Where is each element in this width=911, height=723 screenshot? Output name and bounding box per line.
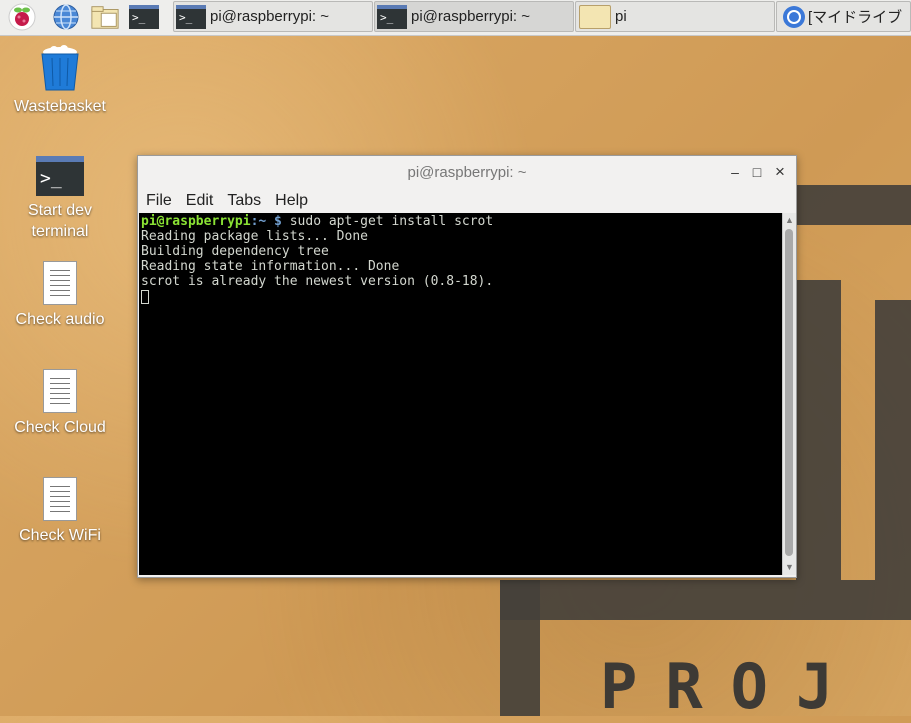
wallpaper-logo-bar: [500, 580, 911, 620]
close-button[interactable]: ×: [770, 162, 790, 182]
terminal-window: pi@raspberrypi: ~ – □ × File Edit Tabs H…: [137, 155, 797, 578]
taskbar-window-browser[interactable]: [マイドライブ: [776, 1, 911, 32]
web-browser-icon[interactable]: [51, 2, 81, 32]
file-manager-icon[interactable]: [90, 2, 120, 32]
desktop-icon-wastebasket[interactable]: Wastebasket: [0, 44, 120, 116]
menu-help[interactable]: Help: [275, 192, 308, 210]
desktop-icon-label: Start dev: [27, 202, 93, 219]
window-titlebar[interactable]: pi@raspberrypi: ~ – □ ×: [138, 156, 796, 188]
prompt-user: pi@raspberrypi: [141, 214, 251, 229]
scrollbar-thumb[interactable]: [785, 229, 793, 556]
document-icon: [43, 477, 77, 521]
taskbar-window-label: pi@raspberrypi: ~: [411, 8, 531, 25]
desktop-icon-label: Wastebasket: [14, 98, 106, 115]
desktop-icon-check-audio[interactable]: Check audio: [0, 261, 120, 329]
taskbar-window-file-manager[interactable]: pi: [575, 1, 775, 32]
menu-tabs[interactable]: Tabs: [227, 192, 261, 210]
raspberry-menu-icon[interactable]: [7, 2, 37, 32]
terminal-output-line: scrot is already the newest version (0.8…: [141, 274, 494, 289]
desktop-icon-label: Check audio: [15, 311, 105, 328]
scroll-down-icon[interactable]: ▼: [784, 562, 795, 573]
taskbar-window-terminal-2[interactable]: >_ pi@raspberrypi: ~: [374, 1, 574, 32]
terminal-prompt-line: pi@raspberrypi:~ $ sudo apt-get install …: [141, 214, 780, 229]
wallpaper-logo-bar: [875, 300, 911, 580]
terminal-icon: >_: [377, 4, 407, 29]
scroll-up-icon[interactable]: ▲: [784, 215, 795, 226]
terminal-output[interactable]: pi@raspberrypi:~ $ sudo apt-get install …: [139, 213, 782, 575]
menu-file[interactable]: File: [146, 192, 172, 210]
terminal-icon[interactable]: >_: [129, 2, 159, 32]
wallpaper-text: PROJ: [600, 650, 862, 723]
chromium-icon: [783, 5, 805, 28]
document-icon: [43, 261, 77, 305]
folder-icon: [579, 4, 611, 29]
menu-bar: File Edit Tabs Help: [138, 188, 796, 213]
terminal-command: sudo apt-get install scrot: [281, 214, 494, 229]
desktop-icon-label: Check WiFi: [19, 527, 101, 544]
taskbar-window-terminal-1[interactable]: >_ pi@raspberrypi: ~: [173, 1, 373, 32]
terminal-cursor: [141, 289, 149, 304]
minimize-button[interactable]: –: [725, 162, 745, 182]
terminal-scrollbar[interactable]: ▲ ▼: [782, 213, 796, 575]
terminal-icon: >_: [176, 4, 206, 29]
desktop-icon-label: Check Cloud: [14, 419, 106, 436]
window-title: pi@raspberrypi: ~: [407, 164, 527, 181]
terminal-cursor-line: [141, 289, 780, 304]
terminal-output-line: Reading state information... Done: [141, 259, 400, 274]
prompt-path: :~ $: [250, 214, 282, 229]
desktop-icon-check-cloud[interactable]: Check Cloud: [0, 369, 120, 437]
menu-edit[interactable]: Edit: [186, 192, 214, 210]
taskbar-window-label: [マイドライブ: [808, 9, 903, 26]
terminal-output-line: Building dependency tree: [141, 244, 329, 259]
taskbar-window-label: pi@raspberrypi: ~: [210, 8, 330, 25]
wallpaper-logo-bar: [796, 185, 911, 225]
wallpaper-logo-bar: [796, 280, 841, 580]
taskbar-window-label: pi: [615, 8, 627, 25]
taskbar: >_ >_ pi@raspberrypi: ~ >_ pi@raspberryp…: [0, 0, 911, 36]
maximize-button[interactable]: □: [747, 162, 767, 182]
wastebasket-icon: [38, 44, 82, 92]
desktop-icon-check-wifi[interactable]: Check WiFi: [0, 477, 120, 545]
desktop-icon-label: terminal: [31, 223, 89, 240]
terminal-output-line: Reading package lists... Done: [141, 229, 368, 244]
terminal-icon: >_: [36, 156, 84, 196]
document-icon: [43, 369, 77, 413]
desktop-icon-start-dev-terminal[interactable]: >_ Start dev terminal: [0, 156, 120, 241]
wallpaper-logo-bar: [500, 580, 540, 716]
